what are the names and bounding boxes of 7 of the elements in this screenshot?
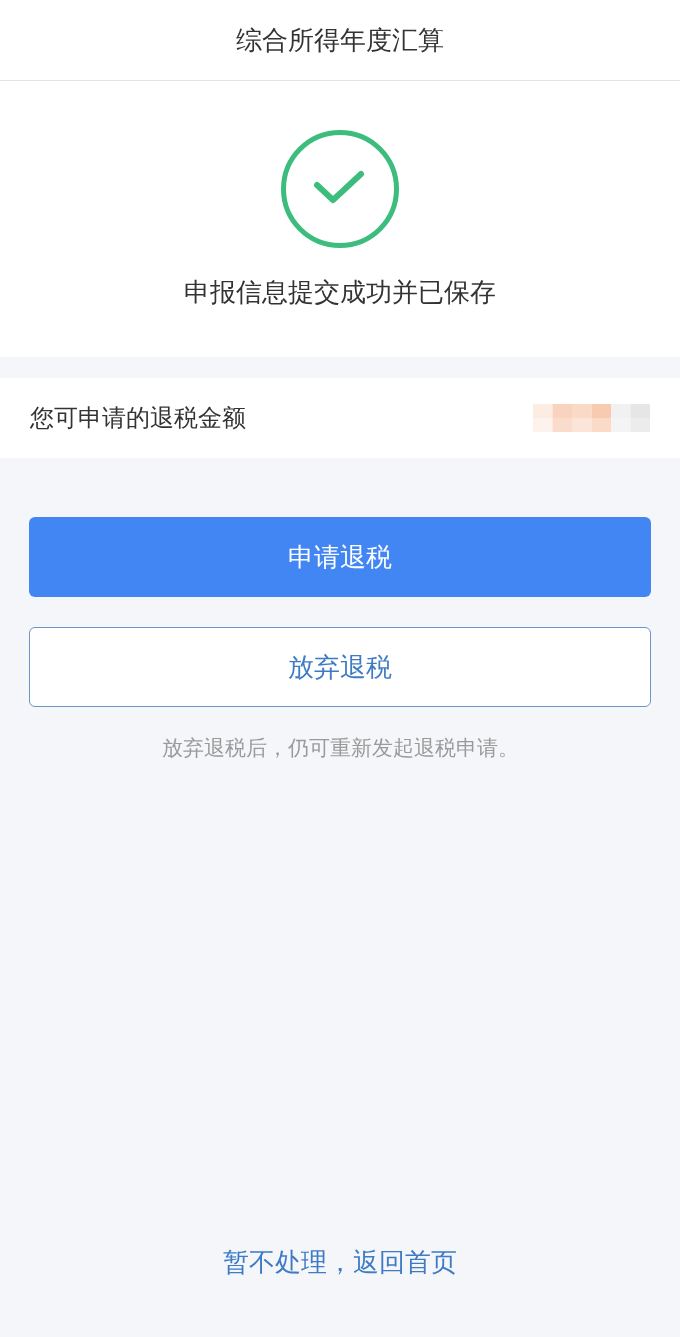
return-home-link[interactable]: 暂不处理，返回首页 (223, 1244, 457, 1280)
result-message: 申报信息提交成功并已保存 (184, 276, 496, 309)
refund-amount-label: 您可申请的退税金额 (30, 403, 246, 434)
apply-refund-button[interactable]: 申请退税 (29, 517, 651, 597)
waive-note: 放弃退税后，仍可重新发起退税申请。 (161, 735, 519, 762)
page-title: 综合所得年度汇算 (236, 24, 444, 57)
waive-refund-button[interactable]: 放弃退税 (29, 627, 651, 707)
